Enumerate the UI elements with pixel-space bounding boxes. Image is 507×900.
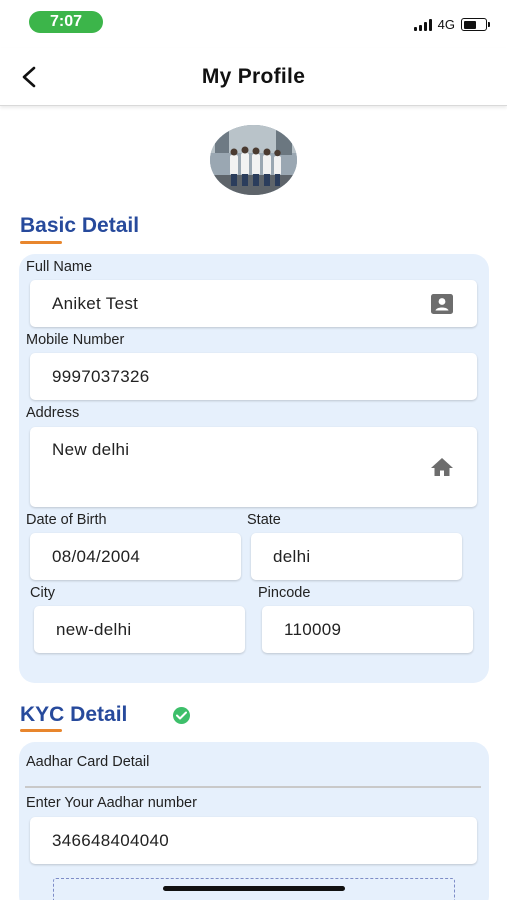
full-name-label: Full Name	[26, 259, 93, 275]
state-label: State	[247, 512, 281, 528]
dob-label: Date of Birth	[26, 512, 107, 528]
aadhar-number-field[interactable]: 346648404040	[30, 817, 477, 864]
battery-icon	[461, 18, 490, 31]
city-value: new-delhi	[56, 619, 132, 639]
app-header: My Profile	[0, 48, 507, 106]
kyc-detail-heading: KYC Detail	[20, 703, 128, 726]
city-label: City	[30, 585, 55, 601]
city-field[interactable]: new-delhi	[34, 606, 245, 653]
basic-detail-heading: Basic Detail	[20, 214, 140, 237]
dob-field[interactable]: 08/04/2004	[30, 533, 241, 580]
kyc-detail-underline	[20, 729, 62, 732]
status-time: 7:07	[29, 11, 103, 33]
address-value: New delhi	[52, 440, 130, 459]
aadhar-input-label: Enter Your Aadhar number	[26, 795, 197, 811]
check-circle-icon	[173, 707, 190, 724]
pincode-label: Pincode	[258, 585, 311, 601]
signal-icon	[413, 18, 432, 31]
home-icon	[430, 457, 454, 477]
address-label: Address	[26, 405, 80, 421]
avatar[interactable]	[210, 125, 297, 195]
pincode-field[interactable]: 110009	[262, 606, 473, 653]
aadhar-number-value: 346648404040	[52, 830, 170, 850]
status-bar: 7:07 4G	[0, 0, 507, 48]
network-type: 4G	[437, 17, 455, 32]
pincode-value: 110009	[284, 619, 342, 639]
state-value: delhi	[273, 546, 311, 566]
home-indicator	[163, 886, 345, 891]
mobile-label: Mobile Number	[26, 332, 125, 348]
address-field[interactable]: New delhi	[30, 427, 477, 507]
state-field[interactable]: delhi	[251, 533, 462, 580]
basic-detail-underline	[20, 241, 62, 244]
dob-value: 08/04/2004	[52, 546, 141, 566]
divider	[25, 786, 481, 788]
mobile-value: 9997037326	[52, 366, 150, 386]
status-indicators: 4G	[413, 17, 490, 32]
profile-photo	[210, 125, 297, 195]
full-name-value: Aniket Test	[52, 293, 139, 313]
mobile-field[interactable]: 9997037326	[30, 353, 477, 400]
aadhar-section-label: Aadhar Card Detail	[26, 754, 150, 770]
full-name-field[interactable]: Aniket Test	[30, 280, 477, 327]
page-title: My Profile	[201, 65, 306, 88]
contact-card-icon	[430, 293, 454, 315]
